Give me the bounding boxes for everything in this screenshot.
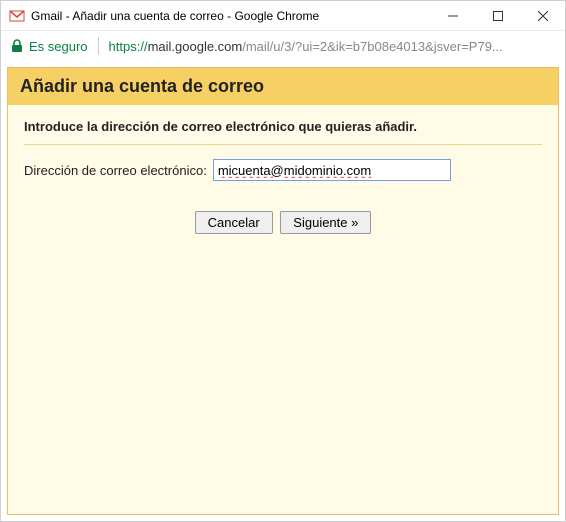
secure-label: Es seguro	[29, 39, 88, 54]
email-field[interactable]	[213, 159, 451, 181]
email-label: Dirección de correo electrónico:	[24, 163, 207, 178]
instruction-text: Introduce la dirección de correo electró…	[24, 119, 542, 134]
address-bar: Es seguro https://mail.google.com/mail/u…	[1, 31, 565, 61]
lock-icon	[11, 39, 23, 53]
url-path: /mail/u/3/?ui=2&ik=b7b08e4013&jsver=P79.…	[242, 39, 503, 54]
close-button[interactable]	[520, 1, 565, 30]
chrome-window: Gmail - Añadir una cuenta de correo - Go…	[0, 0, 566, 522]
panel-title: Añadir una cuenta de correo	[8, 68, 558, 105]
content-area: Añadir una cuenta de correo Introduce la…	[1, 61, 565, 521]
divider	[24, 144, 542, 145]
cancel-button[interactable]: Cancelar	[195, 211, 273, 234]
panel-body: Introduce la dirección de correo electró…	[8, 105, 558, 248]
url-scheme: https://	[109, 39, 148, 54]
maximize-button[interactable]	[475, 1, 520, 30]
email-row: Dirección de correo electrónico:	[24, 159, 542, 181]
minimize-button[interactable]	[430, 1, 475, 30]
window-controls	[430, 1, 565, 30]
gmail-icon	[9, 8, 25, 24]
add-account-panel: Añadir una cuenta de correo Introduce la…	[7, 67, 559, 515]
window-titlebar: Gmail - Añadir una cuenta de correo - Go…	[1, 1, 565, 31]
button-row: Cancelar Siguiente »	[24, 211, 542, 234]
window-title: Gmail - Añadir una cuenta de correo - Go…	[31, 9, 430, 23]
separator	[98, 37, 99, 55]
url-display[interactable]: https://mail.google.com/mail/u/3/?ui=2&i…	[109, 39, 555, 54]
next-button[interactable]: Siguiente »	[280, 211, 371, 234]
url-host: mail.google.com	[148, 39, 243, 54]
